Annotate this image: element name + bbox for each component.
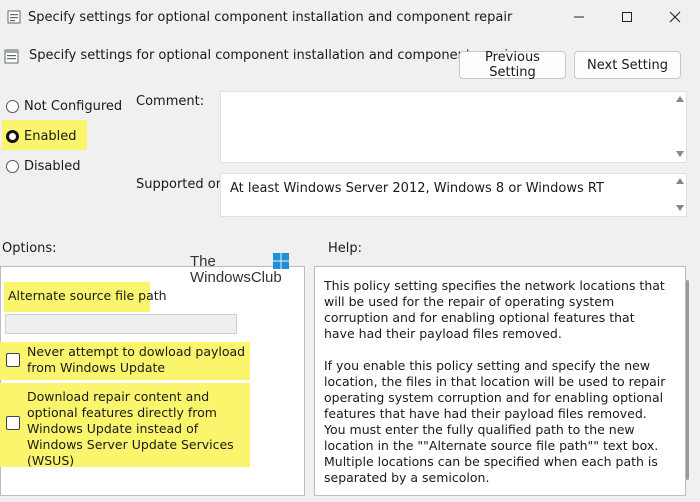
help-paragraph: This policy setting specifies the networ… bbox=[324, 278, 665, 341]
help-scrollbar[interactable] bbox=[686, 280, 689, 480]
help-paragraph: If you enable this policy setting and sp… bbox=[324, 358, 666, 485]
setting-icon bbox=[4, 49, 19, 64]
options-label: Options: bbox=[2, 241, 57, 256]
window-title: Specify settings for optional component … bbox=[28, 10, 513, 25]
watermark-line2: WindowsClub bbox=[190, 269, 282, 286]
scroll-down-icon[interactable] bbox=[676, 151, 684, 157]
maximize-button[interactable] bbox=[604, 0, 650, 34]
radio-enabled[interactable]: Enabled bbox=[6, 129, 77, 144]
never-download-checkbox[interactable] bbox=[6, 353, 20, 367]
maximize-icon bbox=[622, 12, 632, 22]
alternate-source-label: Alternate source file path bbox=[8, 288, 167, 303]
scroll-down-icon[interactable] bbox=[676, 205, 684, 211]
next-setting-button[interactable]: Next Setting bbox=[574, 51, 681, 79]
alternate-source-input[interactable] bbox=[5, 314, 237, 334]
supported-label: Supported on: bbox=[136, 177, 229, 192]
radio-not-configured[interactable]: Not Configured bbox=[6, 99, 122, 114]
previous-setting-button[interactable]: Previous Setting bbox=[459, 50, 566, 80]
watermark-line1: The bbox=[190, 253, 216, 270]
radio-label: Not Configured bbox=[24, 99, 123, 114]
minimize-icon bbox=[574, 16, 584, 18]
radio-disabled[interactable]: Disabled bbox=[6, 159, 80, 174]
comment-label: Comment: bbox=[136, 94, 205, 109]
close-button[interactable] bbox=[652, 0, 698, 34]
never-download-label: Never attempt to dowload payload from Wi… bbox=[27, 344, 246, 375]
radio-indicator-checked[interactable] bbox=[6, 130, 19, 143]
supported-value: At least Windows Server 2012, Windows 8 … bbox=[230, 181, 604, 196]
radio-label: Disabled bbox=[24, 159, 81, 174]
minimize-button[interactable] bbox=[556, 0, 602, 34]
radio-label: Enabled bbox=[24, 129, 77, 144]
radio-indicator[interactable] bbox=[6, 100, 19, 113]
download-from-windows-update-label: Download repair content and optional fea… bbox=[27, 389, 234, 468]
download-from-windows-update-checkbox[interactable] bbox=[6, 416, 20, 430]
help-label: Help: bbox=[328, 241, 363, 256]
help-text: This policy setting specifies the networ… bbox=[324, 278, 668, 502]
radio-indicator[interactable] bbox=[6, 160, 19, 173]
policy-icon bbox=[7, 10, 21, 24]
windows-logo-icon bbox=[273, 253, 289, 269]
setting-title: Specify settings for optional component … bbox=[29, 48, 514, 63]
scroll-up-icon[interactable] bbox=[676, 178, 684, 184]
comment-textarea[interactable] bbox=[220, 91, 687, 163]
scroll-up-icon[interactable] bbox=[676, 96, 684, 102]
close-icon bbox=[669, 11, 681, 23]
